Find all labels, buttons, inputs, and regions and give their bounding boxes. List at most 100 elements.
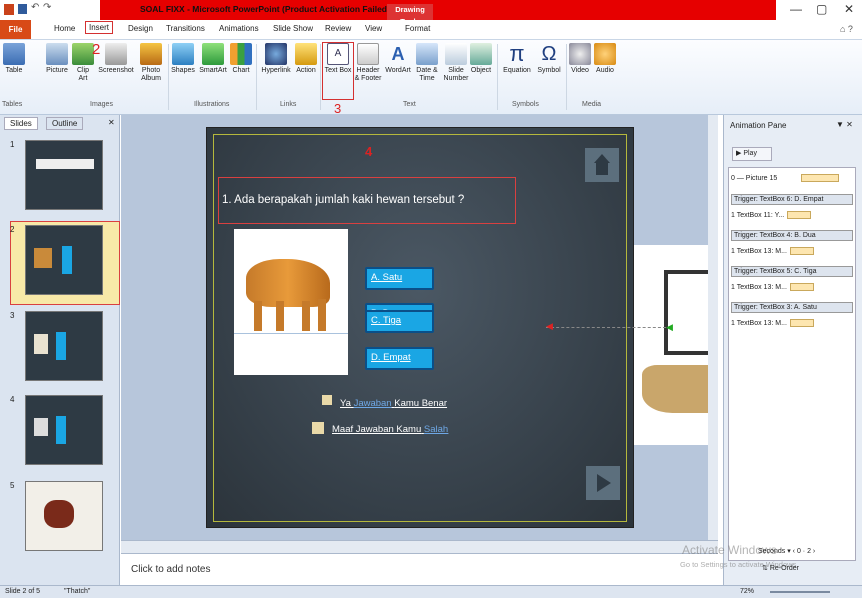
animation-item[interactable]: 1 TextBox 11: Y... — [731, 211, 853, 219]
seconds-zero: 0 — [796, 548, 801, 555]
next-slide-icon[interactable] — [586, 466, 620, 500]
help-icon[interactable]: ⌂ ? — [840, 24, 853, 34]
table-button[interactable]: Table — [2, 43, 26, 75]
home-icon[interactable] — [585, 148, 619, 182]
question-text[interactable]: 1. Ada berapakah jumlah kaki hewan terse… — [222, 194, 512, 207]
slide-thumbnail-2[interactable] — [25, 225, 103, 295]
minimize-button[interactable]: — — [790, 2, 802, 16]
hyperlink-button[interactable]: Hyperlink — [259, 43, 293, 75]
wordart-label: WordArt — [385, 67, 411, 74]
answer-c-button[interactable]: C. Tiga — [365, 310, 434, 333]
tab-file[interactable]: File — [0, 20, 31, 39]
tab-insert[interactable]: Insert — [85, 21, 114, 34]
play-button[interactable]: ▶ Play — [732, 147, 772, 161]
trigger-header[interactable]: Trigger: TextBox 5: C. Tiga — [731, 266, 853, 277]
group-links: Links — [280, 101, 297, 108]
screenshot-button[interactable]: Screenshot — [96, 43, 136, 75]
object-label: Object — [470, 67, 492, 74]
text-box-button[interactable]: A Text Box — [324, 43, 352, 75]
undo-icon[interactable]: ↶ — [31, 2, 39, 13]
object-button[interactable]: Object — [470, 43, 492, 75]
animation-item[interactable]: 1 TextBox 13: M... — [731, 247, 853, 255]
tab-animations[interactable]: Animations — [219, 24, 259, 33]
photo-album-button[interactable]: Photo Album — [138, 43, 164, 83]
header-footer-button[interactable]: Header & Footer — [354, 43, 382, 83]
slide-number-button[interactable]: Slide Number — [442, 43, 470, 83]
slide-number-icon — [445, 43, 467, 65]
slide-thumbnail-4[interactable] — [25, 395, 103, 465]
animation-item[interactable]: 1 TextBox 13: M... — [731, 319, 853, 327]
animation-label: 0 — Picture 15 — [731, 174, 778, 182]
ribbon-divider — [497, 44, 498, 110]
restore-button[interactable]: ▢ — [816, 2, 827, 16]
tab-slideshow[interactable]: Slide Show — [273, 24, 313, 33]
slide-number: 3 — [10, 311, 15, 320]
answer-a-button[interactable]: A. Satu — [365, 267, 434, 290]
feedback-salah: Salah — [423, 424, 449, 435]
feedback-maaf: Maaf Jawaban Kamu — [332, 424, 422, 435]
slide-thumbnail-1[interactable] — [25, 140, 103, 210]
smartart-button[interactable]: SmartArt — [198, 43, 228, 75]
reorder-control[interactable]: ⇅ Re-Order — [762, 564, 799, 572]
feedback-correct[interactable]: Ya Jawaban Kamu Benar — [340, 398, 447, 409]
video-icon — [569, 43, 591, 65]
chart-button[interactable]: Chart — [230, 43, 252, 75]
video-button[interactable]: Video — [569, 43, 591, 75]
feedback-wrong[interactable]: Maaf Jawaban Kamu Salah — [332, 424, 448, 435]
answer-d-button[interactable]: D. Empat — [365, 347, 434, 370]
tab-view[interactable]: View — [365, 24, 382, 33]
tab-review[interactable]: Review — [325, 24, 351, 33]
picture-icon — [46, 43, 68, 65]
wordart-button[interactable]: A WordArt — [384, 43, 412, 75]
clipart-icon — [72, 43, 94, 65]
equation-button[interactable]: π Equation — [500, 43, 534, 75]
pane-menu-icon[interactable]: ▼ ✕ — [836, 120, 853, 129]
zoom-level[interactable]: 72% — [740, 588, 754, 595]
shapes-label: Shapes — [171, 67, 195, 74]
vertical-scrollbar[interactable] — [708, 115, 718, 540]
shapes-button[interactable]: Shapes — [170, 43, 196, 75]
tab-format[interactable]: Format — [405, 24, 430, 33]
trigger-header[interactable]: Trigger: TextBox 4: B. Dua — [731, 230, 853, 241]
symbol-button[interactable]: Ω Symbol — [536, 43, 562, 75]
date-time-button[interactable]: Date & Time — [414, 43, 440, 83]
picture-button[interactable]: Picture — [44, 43, 70, 75]
feedback-jawaban: Jawaban — [353, 398, 392, 409]
animation-item[interactable]: 1 TextBox 13: M... — [731, 283, 853, 291]
redo-icon[interactable]: ↷ — [43, 2, 51, 13]
trigger-header[interactable]: Trigger: TextBox 6: D. Empat — [731, 194, 853, 205]
slide-thumbnail-5[interactable] — [25, 481, 103, 551]
ribbon-divider — [566, 44, 567, 110]
save-icon[interactable] — [18, 4, 27, 14]
slide-number: 1 — [10, 140, 15, 149]
timing-bar — [787, 211, 812, 219]
horizontal-scrollbar[interactable] — [121, 540, 718, 553]
tab-outline[interactable]: Outline — [46, 117, 84, 130]
tab-slides[interactable]: Slides — [4, 117, 38, 130]
trigger-header[interactable]: Trigger: TextBox 3: A. Satu — [731, 302, 853, 313]
close-panel-icon[interactable]: ✕ — [108, 118, 115, 127]
close-button[interactable]: ✕ — [844, 2, 854, 16]
animation-item-picture[interactable]: 0 — Picture 15 — [731, 174, 853, 182]
action-button[interactable]: Action — [294, 43, 318, 75]
seconds-control[interactable]: Seconds ▾ ‹ 0 · 2 › — [758, 547, 815, 555]
pi-icon: π — [509, 41, 525, 66]
hyperlink-label: Hyperlink — [261, 67, 291, 74]
offslide-picture[interactable] — [634, 245, 718, 445]
tab-home[interactable]: Home — [54, 24, 75, 33]
zoom-slider[interactable] — [770, 591, 830, 593]
slide-number: 4 — [10, 395, 15, 404]
notes-pane[interactable]: Click to add notes — [121, 553, 718, 585]
calendar-icon — [416, 43, 438, 65]
audio-button[interactable]: Audio — [594, 43, 616, 75]
slide-indicator: Slide 2 of 5 — [5, 588, 41, 595]
timing-bar — [789, 247, 814, 255]
tab-transitions[interactable]: Transitions — [166, 24, 205, 33]
clipart-button[interactable]: Clip Art — [72, 43, 94, 83]
tiger-picture[interactable] — [234, 229, 348, 375]
screenshot-label: Screenshot — [98, 67, 134, 74]
tab-design[interactable]: Design — [128, 24, 153, 33]
animation-pane: Animation Pane ▼ ✕ ▶ Play 0 — Picture 15… — [680, 115, 862, 585]
slide-thumbnail-3[interactable] — [25, 311, 103, 381]
group-illustrations: Illustrations — [194, 101, 230, 108]
